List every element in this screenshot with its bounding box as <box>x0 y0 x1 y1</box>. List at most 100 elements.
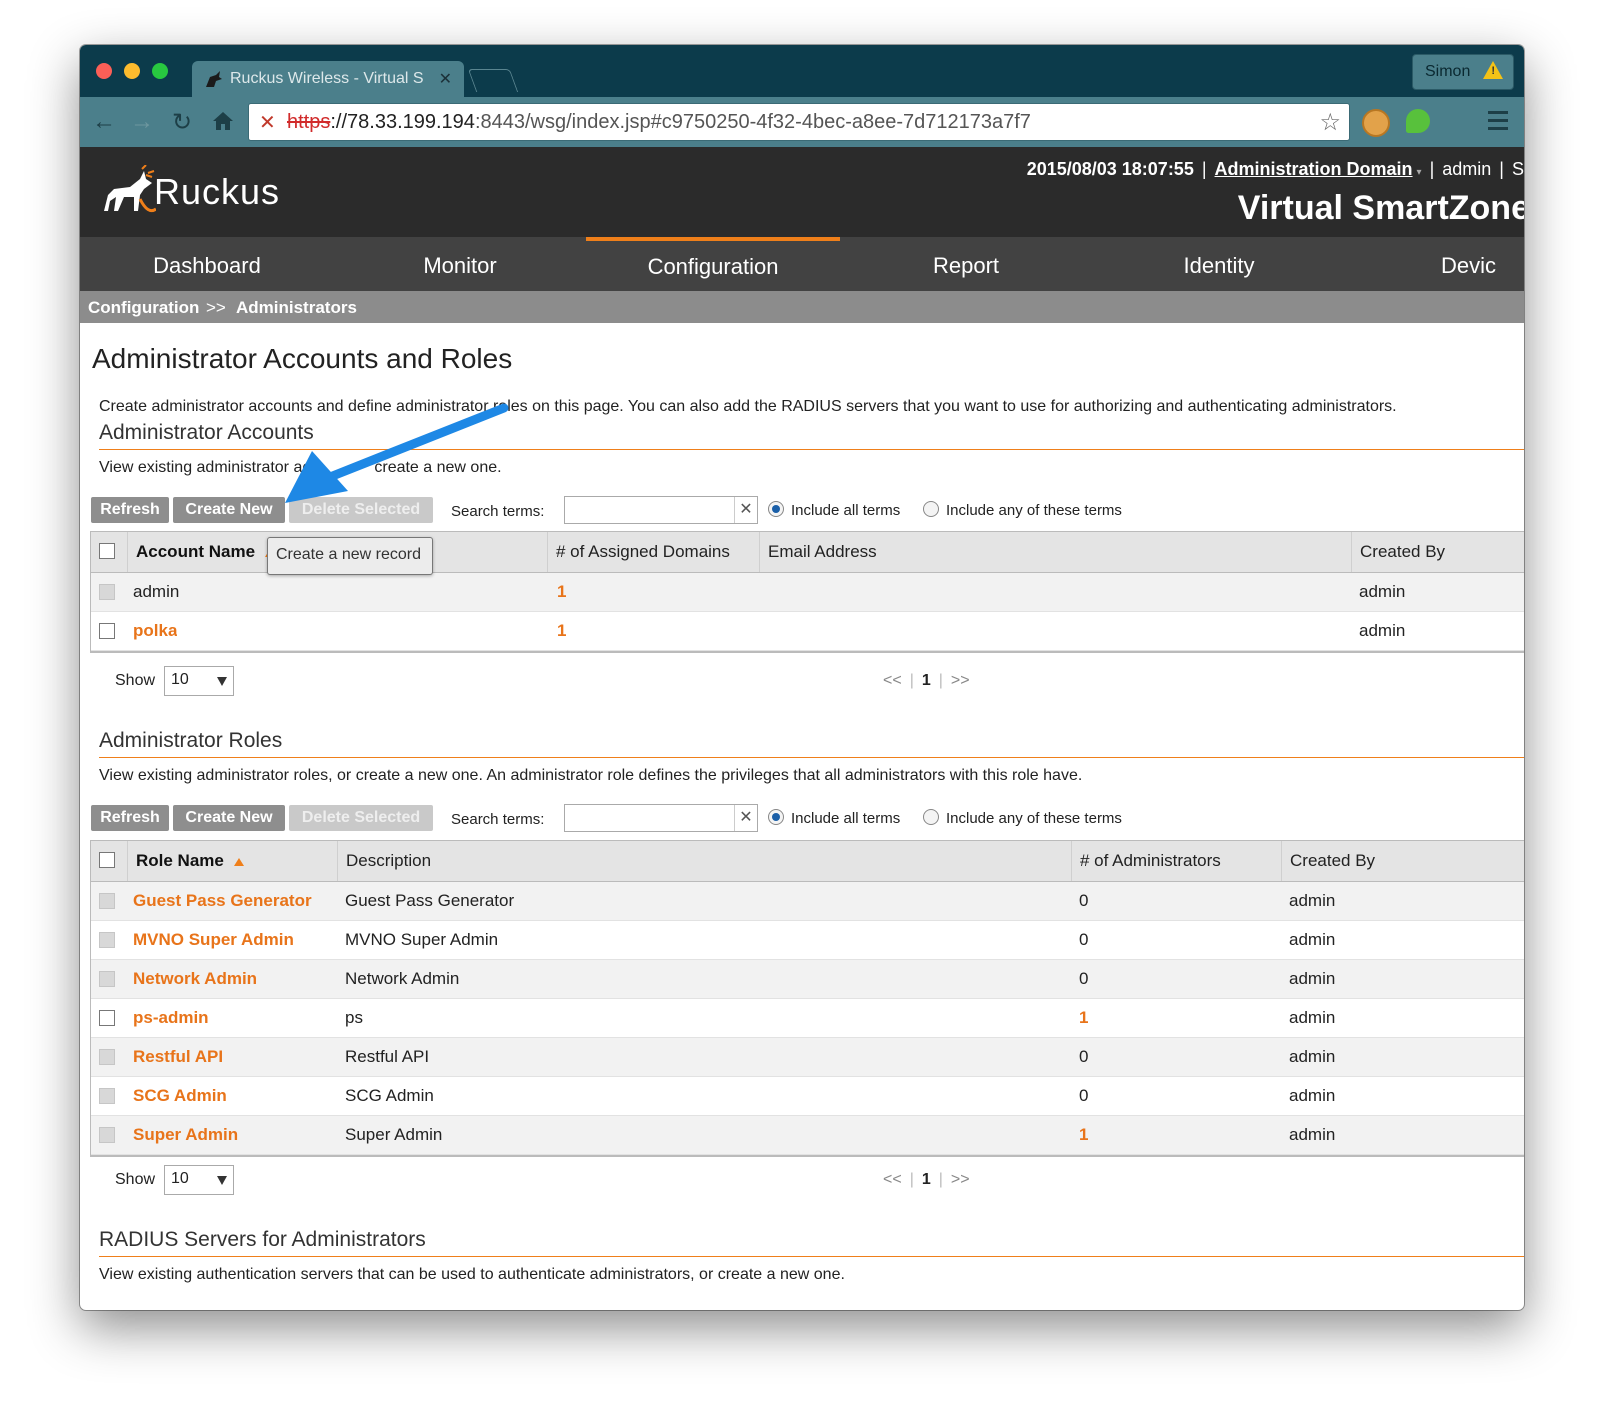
table-row[interactable]: Guest Pass Generator Guest Pass Generato… <box>91 882 1524 921</box>
role-created-by: admin <box>1289 1047 1336 1066</box>
role-name-link[interactable]: ps-admin <box>133 999 209 1037</box>
role-description: ps <box>345 1008 363 1027</box>
accounts-include-any-label: Include any of these terms <box>946 502 1122 519</box>
accounts-show-label: Show <box>115 672 156 689</box>
administration-domain-link[interactable]: Administration Domain <box>1215 159 1413 179</box>
column-description[interactable]: Description <box>337 841 1071 881</box>
breadcrumb-administrators: Administrators <box>236 298 357 317</box>
roles-select-all-checkbox[interactable] <box>99 852 115 868</box>
table-row[interactable]: polka 1 admin <box>91 612 1524 651</box>
table-row[interactable]: SCG Admin SCG Admin 0 admin <box>91 1077 1524 1116</box>
pager-current[interactable]: 1 <box>922 672 931 689</box>
address-bar[interactable]: ✕ https://78.33.199.194:8443/wsg/index.j… <box>248 103 1350 141</box>
role-name-link[interactable]: Guest Pass Generator <box>133 882 312 920</box>
role-description: Guest Pass Generator <box>345 891 515 910</box>
role-name-link[interactable]: MVNO Super Admin <box>133 921 294 959</box>
roles-include-any-radio[interactable] <box>923 809 939 825</box>
accounts-create-new-button[interactable]: Create New <box>173 497 285 523</box>
header-cut-item[interactable]: S <box>1512 159 1524 179</box>
roles-refresh-button[interactable]: Refresh <box>91 805 169 831</box>
profile-button[interactable]: Simon ! <box>1412 54 1514 90</box>
nav-identity[interactable]: Identity <box>1092 237 1346 291</box>
nav-dashboard[interactable]: Dashboard <box>80 237 334 291</box>
role-name-link[interactable]: Super Admin <box>133 1116 238 1154</box>
zoom-window-button[interactable] <box>152 63 168 79</box>
browser-tab-strip: Ruckus Wireless - Virtual S ✕ Simon ! <box>80 45 1524 97</box>
minimize-window-button[interactable] <box>124 63 140 79</box>
row-checkbox[interactable] <box>99 1010 115 1026</box>
nav-monitor[interactable]: Monitor <box>333 237 587 291</box>
column-role-name[interactable]: Role Name <box>127 841 337 881</box>
accounts-page-size-select[interactable]: 10 <box>164 666 234 696</box>
column-assigned-domains[interactable]: # of Assigned Domains <box>547 532 759 572</box>
accounts-pager: << | 1 | >> <box>883 672 970 689</box>
accounts-refresh-button[interactable]: Refresh <box>91 497 169 523</box>
pager-next[interactable]: >> <box>951 1171 970 1188</box>
row-checkbox[interactable] <box>99 623 115 639</box>
domain-dropdown-icon[interactable]: ▾ <box>1417 167 1422 178</box>
table-row[interactable]: ps-admin ps 1 admin <box>91 999 1524 1038</box>
new-tab-button[interactable] <box>467 69 519 92</box>
roles-page-size-select[interactable]: 10 <box>164 1165 234 1195</box>
role-name-link[interactable]: Restful API <box>133 1038 223 1076</box>
url-text: https://78.33.199.194:8443/wsg/index.jsp… <box>287 111 1031 133</box>
table-row[interactable]: MVNO Super Admin MVNO Super Admin 0 admi… <box>91 921 1524 960</box>
accounts-include-any-radio[interactable] <box>923 501 939 517</box>
table-row[interactable]: admin 1 admin <box>91 573 1524 612</box>
column-administrators-count[interactable]: # of Administrators <box>1071 841 1281 881</box>
reload-icon[interactable]: ↻ <box>172 108 192 137</box>
column-email-address[interactable]: Email Address <box>759 532 1351 572</box>
column-role-created-by[interactable]: Created By <box>1281 841 1524 881</box>
roles-search-input[interactable]: ✕ <box>564 804 758 832</box>
role-admin-count-link[interactable]: 1 <box>1079 1116 1088 1154</box>
forward-arrow-icon[interactable]: → <box>130 108 154 136</box>
roles-delete-selected-button[interactable]: Delete Selected <box>289 805 433 831</box>
accounts-search-clear-icon[interactable]: ✕ <box>734 497 757 523</box>
role-name-link[interactable]: SCG Admin <box>133 1077 227 1115</box>
row-checkbox <box>99 1127 115 1143</box>
role-description: MVNO Super Admin <box>345 930 499 949</box>
roles-create-new-button[interactable]: Create New <box>173 805 285 831</box>
breadcrumb-configuration[interactable]: Configuration <box>88 298 199 318</box>
role-admin-count: 0 <box>1079 930 1089 949</box>
roles-include-all-radio[interactable] <box>768 809 784 825</box>
table-row[interactable]: Restful API Restful API 0 admin <box>91 1038 1524 1077</box>
account-name-link[interactable]: polka <box>133 612 177 650</box>
accounts-include-all-label: Include all terms <box>791 502 901 519</box>
role-description: Restful API <box>345 1047 430 1066</box>
row-checkbox <box>99 1088 115 1104</box>
pager-prev[interactable]: << <box>883 1171 902 1188</box>
pager-next[interactable]: >> <box>951 672 970 689</box>
accounts-search-input[interactable]: ✕ <box>564 496 758 524</box>
browser-menu-icon[interactable] <box>1488 111 1508 135</box>
table-row[interactable]: Super Admin Super Admin 1 admin <box>91 1116 1524 1155</box>
role-name-link[interactable]: Network Admin <box>133 960 257 998</box>
nav-configuration[interactable]: Configuration <box>586 237 840 291</box>
nav-report[interactable]: Report <box>839 237 1093 291</box>
cookie-extension-icon[interactable] <box>1362 109 1390 137</box>
accounts-include-all-radio[interactable] <box>768 501 784 517</box>
roles-search-clear-icon[interactable]: ✕ <box>734 805 757 831</box>
nav-devices[interactable]: Devic <box>1345 237 1524 291</box>
table-row[interactable]: Network Admin Network Admin 0 admin <box>91 960 1524 999</box>
bookmark-star-icon[interactable]: ☆ <box>1319 108 1341 137</box>
accounts-delete-selected-button[interactable]: Delete Selected <box>289 497 433 523</box>
column-created-by[interactable]: Created By <box>1351 532 1524 572</box>
header-user[interactable]: admin <box>1442 159 1491 179</box>
assigned-domains-count[interactable]: 1 <box>557 612 566 650</box>
tab-close-icon[interactable]: ✕ <box>439 69 452 89</box>
role-created-by: admin <box>1289 969 1336 988</box>
close-window-button[interactable] <box>96 63 112 79</box>
accounts-search-label: Search terms: <box>451 503 545 520</box>
back-arrow-icon[interactable]: ← <box>92 108 116 136</box>
app-header: Ruckus 2015/08/03 18:07:55 | Administratio… <box>80 147 1524 237</box>
role-admin-count-link[interactable]: 1 <box>1079 999 1088 1037</box>
roles-select-all-cell <box>91 841 127 881</box>
pager-prev[interactable]: << <box>883 672 902 689</box>
browser-tab[interactable]: Ruckus Wireless - Virtual S ✕ <box>192 61 464 97</box>
pager-current[interactable]: 1 <box>922 1171 931 1188</box>
evernote-extension-icon[interactable] <box>1406 109 1430 133</box>
accounts-select-all-checkbox[interactable] <box>99 543 115 559</box>
assigned-domains-count[interactable]: 1 <box>557 573 566 611</box>
home-icon[interactable] <box>212 111 234 131</box>
